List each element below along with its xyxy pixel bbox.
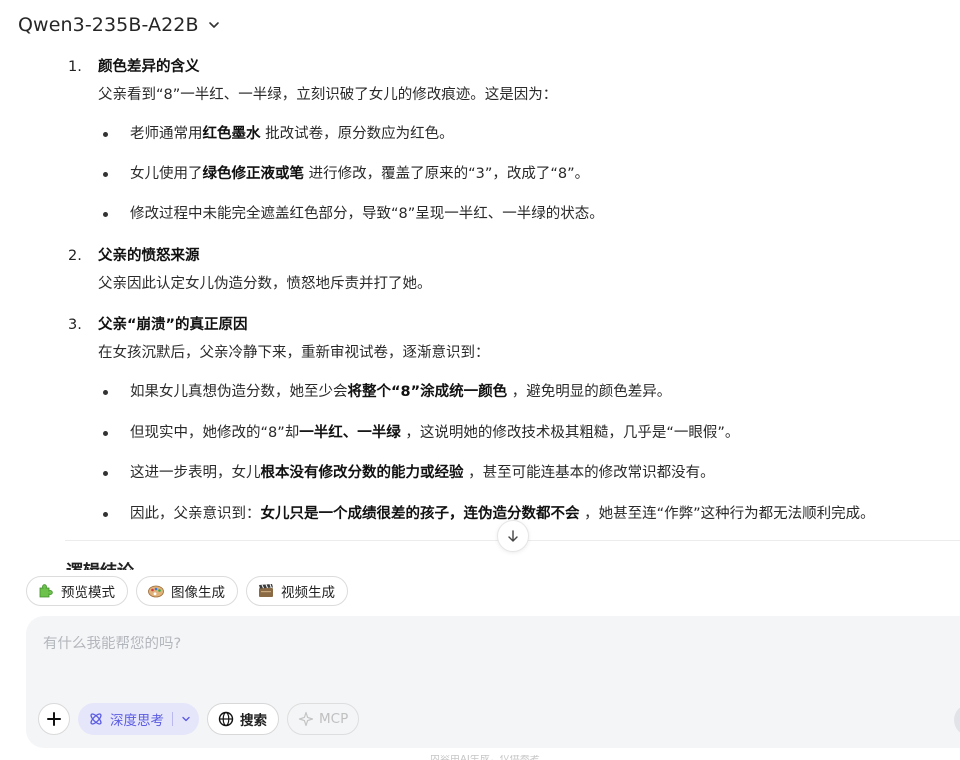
chip-label: 图像生成 <box>171 585 225 601</box>
web-search-toggle[interactable]: 搜索 <box>207 703 279 735</box>
list-item: 但现实中，她修改的“8”却一半红、一半绿 ，这说明她的修改技术极其粗糙，几乎是“… <box>102 422 739 444</box>
list-item: 因此，父亲意识到：女儿只是一个成绩很差的孩子，连伪造分数都不会 ，她甚至连“作弊… <box>103 503 875 525</box>
next-section-heading: 逻辑结论 <box>66 558 134 570</box>
puzzle-icon <box>39 584 53 598</box>
message-composer: 深度思考 搜索 MCP <box>26 616 960 748</box>
answer-section: 2. 父亲的愤怒来源 父亲因此认定女儿伪造分数，愤怒地斥责并打了她。 <box>68 245 432 295</box>
deep-thinking-toggle[interactable]: 深度思考 <box>78 703 199 735</box>
sparkle-icon <box>298 711 314 727</box>
send-button[interactable] <box>954 704 960 736</box>
disclaimer-text: 内容由AI生成，仅供参考 <box>430 755 540 760</box>
section-text: 父亲看到“8”一半红、一半绿，立刻识破了女儿的修改痕迹。这是因为： <box>98 87 558 103</box>
answer-section: 3. 父亲“崩溃”的真正原因 在女孩沉默后，父亲冷静下来，重新审视试卷，逐渐意识… <box>68 314 490 364</box>
chip-preview-mode[interactable]: 预览模式 <box>26 576 128 606</box>
deep-thinking-label: 深度思考 <box>110 713 164 729</box>
atom-icon <box>90 713 102 725</box>
chevron-down-icon[interactable] <box>181 714 191 724</box>
quick-action-chips: 预览模式 图像生成 视频生成 <box>26 576 348 606</box>
plus-icon <box>47 712 61 726</box>
composer-toolbar: 深度思考 搜索 MCP <box>38 703 360 735</box>
arrow-down-icon <box>508 530 518 542</box>
chip-label: 预览模式 <box>61 585 115 601</box>
answer-section: 1. 颜色差异的含义 父亲看到“8”一半红、一半绿，立刻识破了女儿的修改痕迹。这… <box>68 56 557 106</box>
chip-image-generation[interactable]: 图像生成 <box>136 576 238 606</box>
chevron-down-icon <box>208 22 219 28</box>
section-title: 颜色差异的含义 <box>98 59 200 75</box>
separator <box>172 712 173 726</box>
section-text: 父亲因此认定女儿伪造分数，愤怒地斥责并打了她。 <box>98 276 432 292</box>
list-item: 如果女儿真想伪造分数，她至少会将整个“8”涂成统一颜色 ，避免明显的颜色差异。 <box>102 381 671 403</box>
search-label: 搜索 <box>240 713 267 729</box>
list-item: 老师通常用红色墨水 批改试卷，原分数应为红色。 <box>103 123 454 145</box>
section-title: 父亲的愤怒来源 <box>98 248 200 264</box>
section-title: 父亲“崩溃”的真正原因 <box>98 317 248 333</box>
section-number: 1. <box>68 59 82 75</box>
list-item: 修改过程中未能完全遮盖红色部分，导致“8”呈现一半红、一半绿的状态。 <box>103 203 604 225</box>
model-name: Qwen3-235B-A22B <box>18 14 199 36</box>
chip-label: 视频生成 <box>281 585 335 601</box>
mcp-toggle[interactable]: MCP <box>287 703 360 735</box>
attach-button[interactable] <box>38 703 70 735</box>
section-text: 在女孩沉默后，父亲冷静下来，重新审视试卷，逐渐意识到： <box>98 345 490 361</box>
answer-content: 1. 颜色差异的含义 父亲看到“8”一半红、一半绿，立刻识破了女儿的修改痕迹。这… <box>0 50 960 546</box>
globe-icon <box>218 711 234 727</box>
chip-video-generation[interactable]: 视频生成 <box>246 576 348 606</box>
mcp-label: MCP <box>319 711 349 727</box>
section-number: 2. <box>68 248 82 264</box>
model-selector[interactable]: Qwen3-235B-A22B <box>18 14 221 36</box>
message-input[interactable] <box>43 636 923 652</box>
list-item: 女儿使用了绿色修正液或笔 进行修改，覆盖了原来的“3”，改成了“8”。 <box>102 163 589 185</box>
scroll-to-bottom-button[interactable] <box>497 520 529 552</box>
list-item: 这进一步表明，女儿根本没有修改分数的能力或经验 ，甚至可能连基本的修改常识都没有… <box>103 462 715 484</box>
section-number: 3. <box>68 317 82 333</box>
palette-icon <box>148 585 164 598</box>
film-icon <box>259 584 273 597</box>
